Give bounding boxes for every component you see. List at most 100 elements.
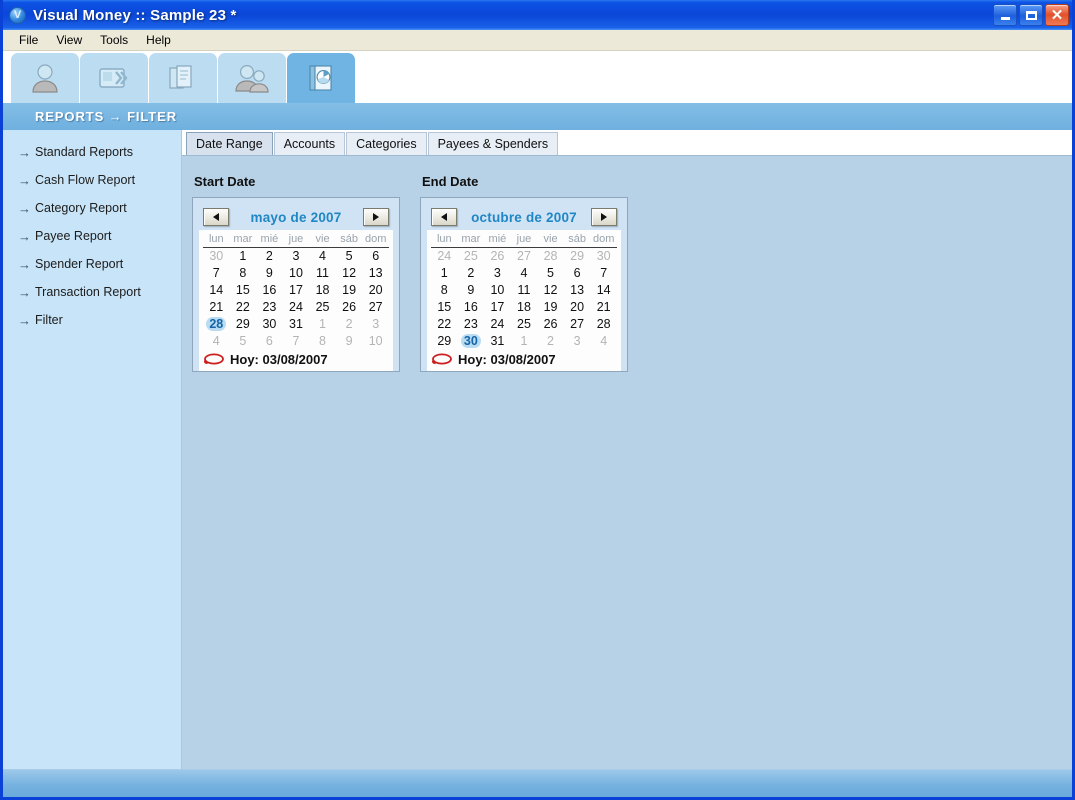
- calendar-day[interactable]: 7: [283, 333, 310, 350]
- calendar-day[interactable]: 15: [431, 299, 458, 316]
- calendar-day[interactable]: 24: [484, 316, 511, 333]
- calendar-day[interactable]: 12: [336, 265, 363, 282]
- calendar-day[interactable]: 4: [203, 333, 230, 350]
- calendar-day[interactable]: 6: [564, 265, 591, 282]
- tab-date-range[interactable]: Date Range: [186, 132, 273, 155]
- calendar-grid[interactable]: lun mar mié jue vie sáb dom 24 25 26 27 28 29 30 1 2 3 4 5…: [431, 232, 617, 350]
- calendar-day[interactable]: 3: [484, 265, 511, 282]
- sidebar-item-transaction-report[interactable]: → Transaction Report: [3, 278, 181, 306]
- calendar-day[interactable]: 12: [537, 282, 564, 299]
- calendar-day[interactable]: 14: [590, 282, 617, 299]
- calendar-day[interactable]: 1: [230, 248, 257, 265]
- toolbar-tab-transfer[interactable]: [80, 53, 148, 103]
- calendar-day[interactable]: 7: [590, 265, 617, 282]
- calendar-grid[interactable]: lun mar mié jue vie sáb dom 30 1 2 3 4 5 6 7 8 9 10 11 12 13…: [203, 232, 389, 350]
- tab-categories[interactable]: Categories: [346, 132, 427, 155]
- calendar-day[interactable]: 20: [564, 299, 591, 316]
- tab-payees-spenders[interactable]: Payees & Spenders: [427, 132, 559, 155]
- calendar-day[interactable]: 25: [511, 316, 538, 333]
- calendar-day[interactable]: 20: [362, 282, 389, 299]
- minimize-icon[interactable]: [993, 4, 1017, 26]
- calendar-day[interactable]: 28: [590, 316, 617, 333]
- next-month-button[interactable]: [363, 208, 389, 226]
- calendar-day[interactable]: 6: [256, 333, 283, 350]
- calendar-day[interactable]: 22: [230, 299, 257, 316]
- calendar-day[interactable]: 5: [230, 333, 257, 350]
- calendar-day[interactable]: 29: [230, 316, 257, 333]
- calendar-day[interactable]: 16: [256, 282, 283, 299]
- calendar-day-selected[interactable]: 28: [203, 316, 230, 333]
- calendar-day[interactable]: 8: [309, 333, 336, 350]
- calendar-day[interactable]: 4: [590, 333, 617, 350]
- calendar-day[interactable]: 29: [564, 248, 591, 265]
- calendar-day[interactable]: 14: [203, 282, 230, 299]
- calendar-day[interactable]: 23: [256, 299, 283, 316]
- menu-item-help[interactable]: Help: [137, 32, 180, 48]
- calendar-day[interactable]: 7: [203, 265, 230, 282]
- calendar-day[interactable]: 17: [484, 299, 511, 316]
- calendar-day[interactable]: 4: [511, 265, 538, 282]
- maximize-icon[interactable]: [1019, 4, 1043, 26]
- calendar-day[interactable]: 1: [431, 265, 458, 282]
- prev-month-button[interactable]: [203, 208, 229, 226]
- calendar-day[interactable]: 3: [283, 248, 310, 265]
- calendar-day[interactable]: 23: [458, 316, 485, 333]
- calendar-day[interactable]: 2: [336, 316, 363, 333]
- calendar-day[interactable]: 2: [458, 265, 485, 282]
- calendar-day[interactable]: 25: [309, 299, 336, 316]
- calendar-day[interactable]: 10: [362, 333, 389, 350]
- sidebar-item-spender-report[interactable]: → Spender Report: [3, 250, 181, 278]
- calendar-day[interactable]: 24: [283, 299, 310, 316]
- calendar-day[interactable]: 9: [336, 333, 363, 350]
- calendar-day[interactable]: 27: [362, 299, 389, 316]
- calendar-day[interactable]: 9: [256, 265, 283, 282]
- calendar-day[interactable]: 30: [590, 248, 617, 265]
- calendar-day[interactable]: 18: [511, 299, 538, 316]
- menu-item-view[interactable]: View: [47, 32, 91, 48]
- prev-month-button[interactable]: [431, 208, 457, 226]
- calendar-day[interactable]: 26: [484, 248, 511, 265]
- calendar-day[interactable]: 27: [564, 316, 591, 333]
- menu-item-tools[interactable]: Tools: [91, 32, 137, 48]
- calendar-day[interactable]: 28: [537, 248, 564, 265]
- calendar-day[interactable]: 21: [590, 299, 617, 316]
- calendar-day[interactable]: 21: [203, 299, 230, 316]
- sidebar-item-category-report[interactable]: → Category Report: [3, 194, 181, 222]
- calendar-day[interactable]: 16: [458, 299, 485, 316]
- toolbar-tab-people[interactable]: [218, 53, 286, 103]
- calendar-day[interactable]: 8: [230, 265, 257, 282]
- close-icon[interactable]: ✕: [1045, 4, 1069, 26]
- next-month-button[interactable]: [590, 208, 617, 226]
- calendar-day[interactable]: 18: [309, 282, 336, 299]
- calendar-day[interactable]: 31: [484, 333, 511, 350]
- calendar-day[interactable]: 6: [362, 248, 389, 265]
- calendar-day[interactable]: 30: [256, 316, 283, 333]
- calendar-day[interactable]: 15: [230, 282, 257, 299]
- calendar-day[interactable]: 13: [362, 265, 389, 282]
- menu-item-file[interactable]: File: [10, 32, 47, 48]
- calendar-day[interactable]: 19: [537, 299, 564, 316]
- toolbar-tab-documents[interactable]: [149, 53, 217, 103]
- calendar-day[interactable]: 1: [511, 333, 538, 350]
- calendar-day[interactable]: 13: [564, 282, 591, 299]
- calendar-day[interactable]: 11: [511, 282, 538, 299]
- calendar-day[interactable]: 10: [484, 282, 511, 299]
- calendar-day[interactable]: 5: [336, 248, 363, 265]
- calendar-day[interactable]: 5: [537, 265, 564, 282]
- calendar-day[interactable]: 1: [309, 316, 336, 333]
- calendar-day[interactable]: 30: [203, 248, 230, 265]
- calendar-day[interactable]: 25: [458, 248, 485, 265]
- calendar-day[interactable]: 8: [431, 282, 458, 299]
- sidebar-item-standard-reports[interactable]: → Standard Reports: [3, 138, 181, 166]
- calendar-day[interactable]: 4: [309, 248, 336, 265]
- calendar-day[interactable]: 2: [256, 248, 283, 265]
- calendar-day[interactable]: 27: [511, 248, 538, 265]
- sidebar-item-filter[interactable]: → Filter: [3, 306, 181, 334]
- toolbar-tab-person[interactable]: [11, 53, 79, 103]
- calendar-day[interactable]: 26: [336, 299, 363, 316]
- calendar-day[interactable]: 17: [283, 282, 310, 299]
- calendar-day[interactable]: 22: [431, 316, 458, 333]
- calendar-day[interactable]: 26: [537, 316, 564, 333]
- sidebar-item-payee-report[interactable]: → Payee Report: [3, 222, 181, 250]
- calendar-day[interactable]: 19: [336, 282, 363, 299]
